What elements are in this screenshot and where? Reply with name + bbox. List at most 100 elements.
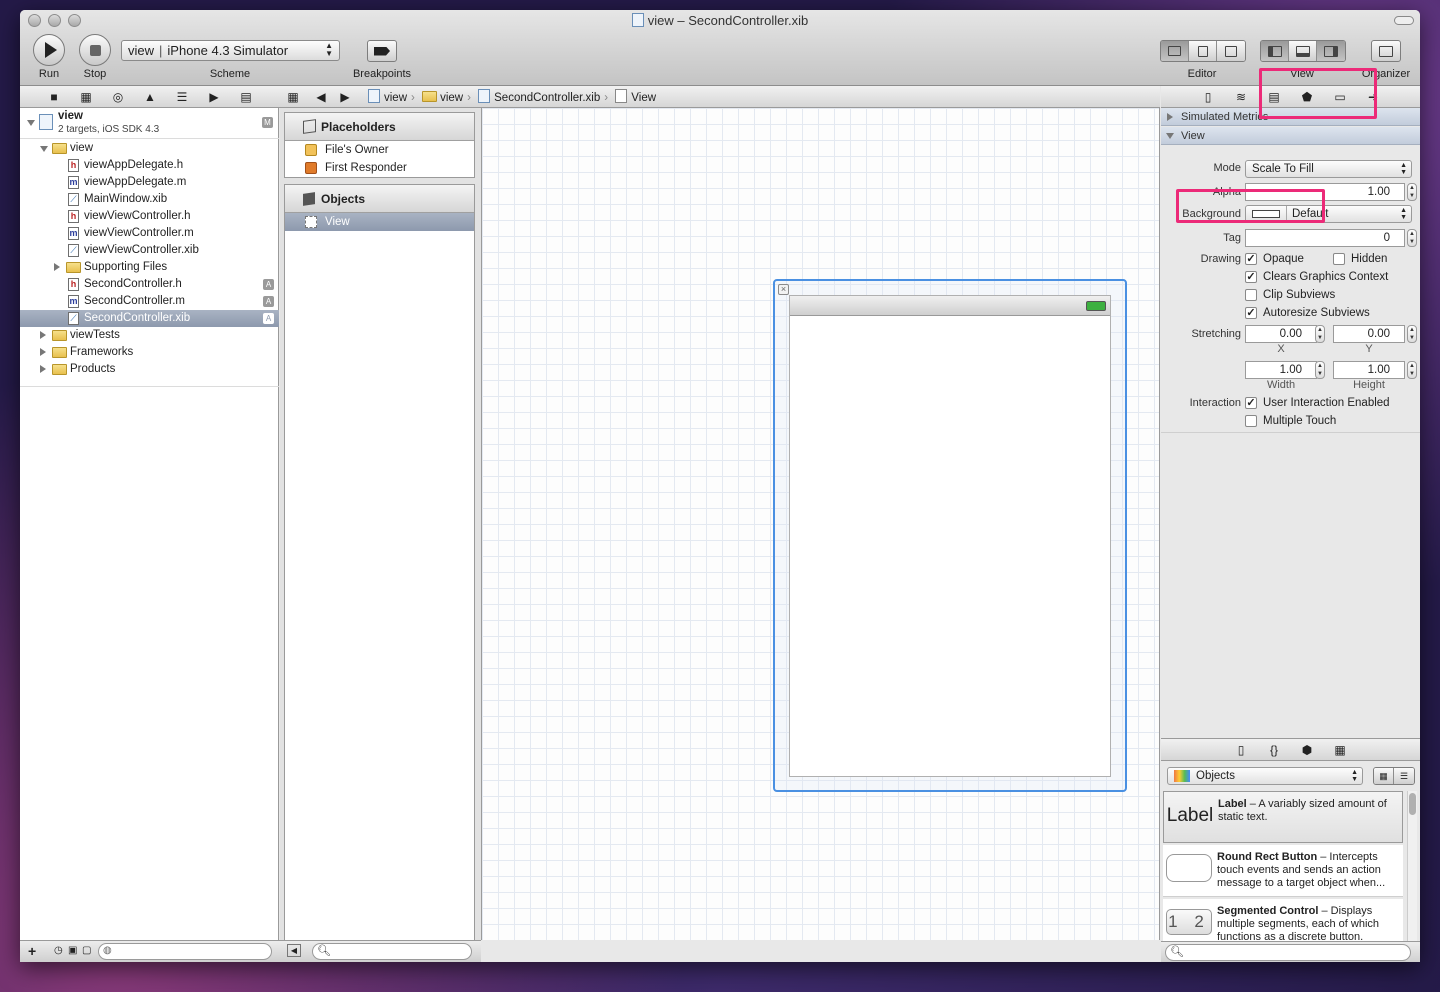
file-inspector-icon[interactable]: ▯: [1201, 90, 1215, 104]
stretch-height-stepper[interactable]: ▲ ▼: [1407, 361, 1417, 379]
outline-row-view[interactable]: View: [285, 213, 474, 231]
debug-area-toggle-icon[interactable]: [1289, 41, 1317, 61]
version-editor-icon[interactable]: [1217, 41, 1245, 61]
multiple-touch-checkbox[interactable]: Multiple Touch: [1245, 414, 1336, 428]
organizer-button[interactable]: [1371, 40, 1401, 62]
icon-view-icon[interactable]: ▦: [1374, 768, 1394, 784]
view-segmented-control[interactable]: [1260, 40, 1346, 62]
breadcrumb-file[interactable]: SecondController.xib: [494, 92, 600, 104]
outline-filter-field[interactable]: 🔍︎: [312, 943, 472, 960]
issue-navigator-icon[interactable]: ▲: [143, 90, 157, 104]
utilities-toggle-icon[interactable]: [1317, 41, 1345, 61]
object-library-icon[interactable]: ⬢: [1300, 743, 1314, 757]
file-tree-row[interactable]: m viewAppDelegate.m: [20, 174, 279, 191]
navigator-filter-field[interactable]: ◍: [98, 943, 272, 960]
tag-stepper[interactable]: ▲ ▼: [1407, 229, 1417, 247]
objects-header[interactable]: Objects: [285, 185, 474, 213]
media-library-icon[interactable]: ▦: [1333, 743, 1347, 757]
file-tree-row[interactable]: m SecondController.m A: [20, 293, 279, 310]
assistant-editor-icon[interactable]: [1189, 41, 1217, 61]
disclosure-right-icon[interactable]: [40, 331, 46, 339]
toolbar-toggle-button[interactable]: [1394, 16, 1414, 25]
quick-help-icon[interactable]: ≋: [1234, 90, 1248, 104]
breakpoint-navigator-icon[interactable]: ▶: [207, 90, 221, 104]
iphone-view[interactable]: [789, 295, 1111, 777]
file-tree-row[interactable]: h viewAppDelegate.h: [20, 157, 279, 174]
stretch-height-field[interactable]: 1.00: [1333, 361, 1405, 379]
file-tree-row[interactable]: h viewViewController.h: [20, 208, 279, 225]
file-tree-row[interactable]: m viewViewController.m: [20, 225, 279, 242]
breadcrumb-view[interactable]: View: [631, 92, 656, 104]
stretch-width-field[interactable]: 1.00: [1245, 361, 1317, 379]
disclosure-right-icon[interactable]: [40, 348, 46, 356]
scrollbar-thumb[interactable]: [1409, 793, 1416, 815]
library-item-round-rect-button[interactable]: Round Rect Button – Intercepts touch eve…: [1163, 845, 1403, 897]
library-item-label[interactable]: Label Label – A variably sized amount of…: [1163, 791, 1403, 843]
code-snippet-icon[interactable]: {}: [1267, 743, 1281, 757]
file-tree-row[interactable]: viewTests: [20, 327, 279, 344]
disclosure-right-icon[interactable]: [54, 263, 60, 271]
breadcrumb-group[interactable]: view: [440, 92, 463, 104]
add-icon[interactable]: +: [28, 943, 36, 959]
library-item-segmented-control[interactable]: 1 2 Segmented Control – Displays multipl…: [1163, 899, 1403, 941]
forward-arrow-icon[interactable]: ▶: [338, 90, 352, 104]
file-tree-row[interactable]: Products: [20, 361, 279, 378]
stretch-y-stepper[interactable]: ▲ ▼: [1407, 325, 1417, 343]
log-navigator-icon[interactable]: ▤: [239, 90, 253, 104]
library-scrollbar[interactable]: [1407, 791, 1417, 941]
stretch-width-stepper[interactable]: ▲ ▼: [1315, 361, 1325, 379]
library-view-mode-control[interactable]: ▦ ☰: [1373, 767, 1415, 785]
project-navigator-icon[interactable]: ■: [47, 90, 61, 104]
back-arrow-icon[interactable]: ◀: [314, 90, 328, 104]
symbol-navigator-icon[interactable]: ▦: [79, 90, 93, 104]
file-tree-row[interactable]: ⟋ viewViewController.xib: [20, 242, 279, 259]
file-tree-row[interactable]: ⟋ MainWindow.xib: [20, 191, 279, 208]
debug-navigator-icon[interactable]: ☰: [175, 90, 189, 104]
breakpoints-button[interactable]: [367, 40, 397, 62]
disclosure-right-icon[interactable]: [40, 365, 46, 373]
hide-outline-icon[interactable]: ◀: [287, 944, 301, 957]
close-icon[interactable]: ×: [778, 284, 789, 295]
alpha-stepper[interactable]: ▲ ▼: [1407, 183, 1417, 201]
editor-segmented-control[interactable]: [1160, 40, 1246, 62]
search-navigator-icon[interactable]: ◎: [111, 90, 125, 104]
breadcrumb-project[interactable]: view: [384, 92, 407, 104]
mode-popup[interactable]: Scale To Fill ▲ ▼: [1245, 160, 1412, 178]
view-editor-frame[interactable]: ×: [773, 279, 1127, 792]
related-files-icon[interactable]: ▦: [286, 90, 300, 104]
tag-field[interactable]: 0: [1245, 229, 1405, 247]
standard-editor-icon[interactable]: [1161, 41, 1189, 61]
list-view-icon[interactable]: ☰: [1394, 768, 1414, 784]
autoresize-checkbox[interactable]: ✓ Autoresize Subviews: [1245, 306, 1370, 320]
hidden-checkbox[interactable]: Hidden: [1333, 252, 1387, 266]
user-interaction-checkbox[interactable]: ✓ User Interaction Enabled: [1245, 396, 1390, 410]
file-tree-row[interactable]: ⟋ SecondController.xib A: [20, 310, 279, 327]
stretch-x-field[interactable]: 0.00: [1245, 325, 1317, 343]
outline-row-first-responder[interactable]: First Responder: [285, 159, 474, 177]
scm-status-icon[interactable]: ▣: [68, 945, 77, 956]
opaque-checkbox[interactable]: ✓ Opaque: [1245, 252, 1304, 266]
stretch-y-field[interactable]: 0.00: [1333, 325, 1405, 343]
file-tree-row[interactable]: Frameworks: [20, 344, 279, 361]
library-filter-popup[interactable]: Objects ▲ ▼: [1167, 767, 1363, 785]
stretch-x-stepper[interactable]: ▲ ▼: [1315, 325, 1325, 343]
clip-subviews-checkbox[interactable]: Clip Subviews: [1245, 288, 1335, 302]
run-button[interactable]: [33, 34, 65, 66]
recent-files-icon[interactable]: ◷: [54, 945, 63, 956]
file-template-icon[interactable]: ▯: [1234, 743, 1248, 757]
placeholders-header[interactable]: Placeholders: [285, 113, 474, 141]
view-section-header[interactable]: View: [1161, 127, 1420, 145]
project-name[interactable]: view: [58, 110, 83, 122]
navigator-toggle-icon[interactable]: [1261, 41, 1289, 61]
clears-context-checkbox[interactable]: ✓ Clears Graphics Context: [1245, 270, 1388, 284]
disclosure-down-icon[interactable]: [27, 120, 35, 126]
file-tree-row[interactable]: h SecondController.h A: [20, 276, 279, 293]
disclosure-down-icon[interactable]: [40, 146, 48, 152]
scheme-popup[interactable]: view | iPhone 4.3 Simulator ▲ ▼: [121, 40, 340, 61]
file-tree-row[interactable]: view: [20, 140, 279, 157]
outline-row-files-owner[interactable]: File's Owner: [285, 141, 474, 159]
library-search-field[interactable]: 🔍︎: [1165, 944, 1411, 961]
library-list[interactable]: Label Label – A variably sized amount of…: [1161, 791, 1420, 941]
file-tree-row[interactable]: Supporting Files: [20, 259, 279, 276]
stop-button[interactable]: [79, 34, 111, 66]
